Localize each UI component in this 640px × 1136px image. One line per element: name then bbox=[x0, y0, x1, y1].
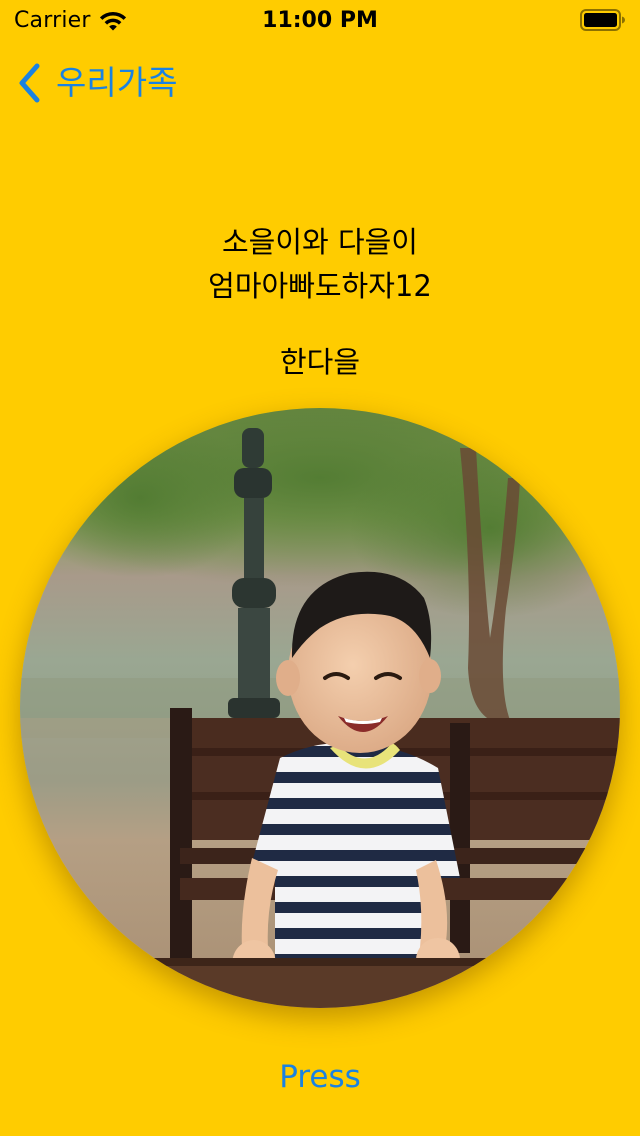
profile-photo bbox=[20, 408, 620, 1008]
name-block: 소을이와 다을이 엄마아빠도하자12 bbox=[0, 220, 640, 308]
back-button[interactable]: 우리가족 bbox=[16, 62, 177, 104]
child-photo bbox=[20, 408, 620, 1008]
name-line-2: 엄마아빠도하자12 bbox=[208, 269, 432, 303]
press-button[interactable]: Press bbox=[0, 1056, 640, 1098]
battery-icon bbox=[580, 9, 625, 31]
chevron-left-icon bbox=[19, 63, 40, 103]
sub-name-label: 한다을 bbox=[279, 345, 361, 379]
name-line-1: 소을이와 다을이 bbox=[222, 225, 418, 259]
back-button-label: 우리가족 bbox=[56, 63, 178, 102]
navigation-bar: 우리가족 bbox=[0, 40, 640, 128]
status-time: 11:00 PM bbox=[262, 8, 378, 33]
status-bar: Carrier 11:00 PM bbox=[0, 0, 640, 40]
